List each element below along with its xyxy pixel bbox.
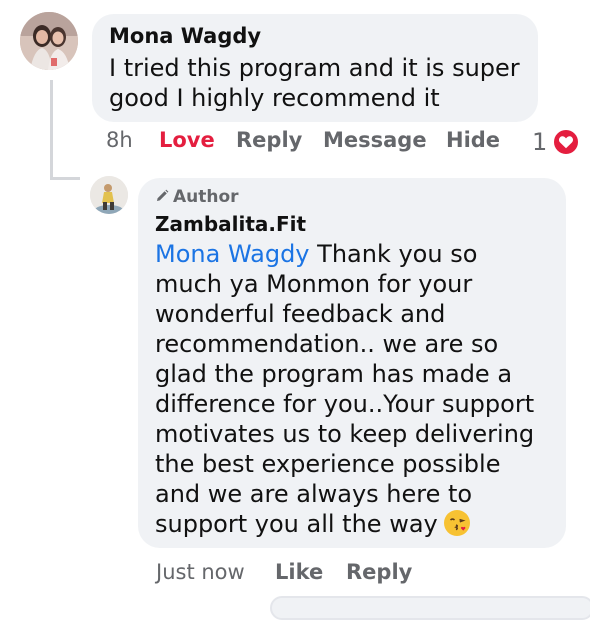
- comment-author[interactable]: Zambalita.Fit: [155, 212, 306, 236]
- comment-text-line: difference for you..Your support: [155, 390, 535, 418]
- comment-text-segment: Thank you so: [317, 240, 478, 268]
- thread-connector-branch: [50, 177, 80, 180]
- hide-button[interactable]: Hide: [446, 128, 500, 152]
- reply-composer[interactable]: [270, 596, 590, 620]
- author-badge: Author: [155, 187, 239, 207]
- comment-text-line: glad the program has made a: [155, 360, 513, 388]
- author-badge-label: Author: [173, 187, 239, 207]
- comment-text-line: I tried this program and it is super: [109, 54, 520, 82]
- comment-text: Mona Wagdy Thank you so much ya Monmon f…: [155, 239, 534, 539]
- reply-button[interactable]: Reply: [236, 128, 302, 152]
- comment-text-line: Mona Wagdy Thank you so: [155, 239, 534, 269]
- comment-author[interactable]: Mona Wagdy: [109, 24, 261, 48]
- comment-actions: 8h Love Reply Message Hide: [0, 128, 590, 158]
- reaction-count: 1: [532, 128, 548, 156]
- comment-text-line: good I highly recommend it: [109, 84, 440, 112]
- kissing-face-emoji: [443, 510, 470, 536]
- reply-actions: Just now Like Reply: [0, 560, 590, 590]
- avatar[interactable]: [90, 176, 128, 214]
- comment-bubble: Mona Wagdy I tried this program and it i…: [92, 14, 538, 122]
- love-button[interactable]: Love: [159, 128, 215, 152]
- reply-button[interactable]: Reply: [346, 560, 412, 584]
- comment-text-line: and we are always here to: [155, 480, 473, 508]
- comment-text: I tried this program and it is super goo…: [109, 53, 520, 113]
- comment-timestamp[interactable]: 8h: [106, 128, 133, 152]
- reply-bubble: Author Zambalita.Fit Mona Wagdy Thank yo…: [138, 178, 566, 548]
- comment-text-segment: support you all the way: [155, 510, 438, 538]
- comment-text-line: motivates us to keep delivering: [155, 420, 535, 448]
- reply-timestamp[interactable]: Just now: [156, 560, 245, 584]
- comment-text-line: much ya Monmon for your: [155, 270, 473, 298]
- comment-text-line: wonderful feedback and: [155, 300, 446, 328]
- comment-text-line: support you all the way: [155, 509, 534, 539]
- comment-text-line: recommendation.. we are so: [155, 330, 499, 358]
- profile-photo: [20, 12, 78, 70]
- pencil-icon: [155, 188, 169, 206]
- comment-text-line: the best experience possible: [155, 450, 501, 478]
- avatar[interactable]: [20, 12, 78, 70]
- like-button[interactable]: Like: [275, 560, 323, 584]
- mention-link[interactable]: Mona Wagdy: [155, 240, 310, 268]
- heart-icon: [552, 128, 580, 156]
- message-button[interactable]: Message: [323, 128, 427, 152]
- profile-photo: [90, 176, 128, 214]
